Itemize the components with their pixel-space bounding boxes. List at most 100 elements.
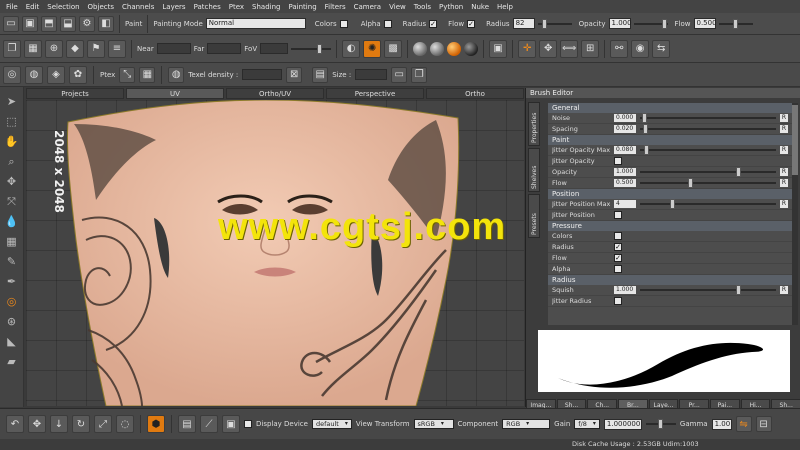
- scrollbar-thumb[interactable]: [792, 105, 798, 175]
- arrows-icon[interactable]: ⟺: [560, 39, 579, 58]
- texel-reset-icon[interactable]: ⊠: [286, 66, 303, 83]
- pivot-icon[interactable]: ✛: [518, 39, 537, 58]
- scale-icon[interactable]: ⤢: [94, 415, 112, 433]
- property-value-input[interactable]: 1.000: [614, 168, 636, 176]
- pin-icon[interactable]: ✒: [5, 275, 19, 289]
- save-icon[interactable]: ▣: [22, 15, 38, 32]
- tab-projects[interactable]: Projects: [26, 88, 124, 99]
- side-tab-presets[interactable]: Presets: [528, 194, 540, 238]
- move-tool-icon[interactable]: ⤧: [5, 195, 19, 209]
- menu-tools[interactable]: Tools: [410, 3, 435, 11]
- toggle-icon[interactable]: ⇆: [652, 39, 671, 58]
- radius-slider[interactable]: [537, 18, 572, 29]
- menu-patches[interactable]: Patches: [190, 3, 225, 11]
- slider-knob[interactable]: [670, 199, 675, 209]
- gain-fstop-select[interactable]: f/8: [574, 419, 600, 429]
- menu-objects[interactable]: Objects: [84, 3, 118, 11]
- reset-button[interactable]: R: [780, 125, 788, 133]
- menu-help[interactable]: Help: [493, 3, 517, 11]
- curve-icon[interactable]: ⟋: [200, 415, 218, 433]
- menu-channels[interactable]: Channels: [118, 3, 158, 11]
- radius-checkbox[interactable]: ✓: [429, 19, 438, 28]
- flat-shade-icon[interactable]: ◐: [342, 39, 361, 58]
- slider-knob[interactable]: [643, 124, 648, 134]
- size-apply-icon[interactable]: ▭: [391, 66, 408, 83]
- menu-view[interactable]: View: [385, 3, 410, 11]
- document-icon[interactable]: ▤: [178, 415, 196, 433]
- smear-icon[interactable]: ⊛: [5, 315, 19, 329]
- near-input[interactable]: [156, 43, 191, 54]
- palette-icon[interactable]: ✿: [69, 65, 87, 84]
- reset-button[interactable]: R: [780, 200, 788, 208]
- material-sphere-icon[interactable]: [413, 41, 428, 56]
- ptex-resize-icon[interactable]: ⤡: [119, 66, 136, 83]
- display-device-select[interactable]: default: [311, 419, 352, 429]
- dark-sphere-icon[interactable]: [464, 41, 479, 56]
- fov-input[interactable]: [260, 43, 289, 54]
- export-icon[interactable]: ⬓: [60, 15, 76, 32]
- menu-python[interactable]: Python: [435, 3, 467, 11]
- render-icon[interactable]: ◧: [98, 15, 114, 32]
- property-checkbox[interactable]: [614, 265, 622, 273]
- settings-icon[interactable]: ⚙: [79, 15, 95, 32]
- property-value-input[interactable]: 0.080: [614, 146, 636, 154]
- property-value-input[interactable]: 0.000: [614, 114, 636, 122]
- side-tab-properties[interactable]: Properties: [528, 102, 540, 146]
- transform-icon[interactable]: ✥: [5, 175, 19, 189]
- slider-knob[interactable]: [642, 113, 647, 123]
- fov-slider[interactable]: [291, 43, 332, 54]
- target-icon[interactable]: ⊕: [45, 39, 63, 58]
- property-value-input[interactable]: 0.020: [614, 125, 636, 133]
- image-icon[interactable]: ▦: [24, 39, 42, 58]
- lighting-icon[interactable]: ✺: [363, 39, 382, 58]
- reset-button[interactable]: R: [780, 179, 788, 187]
- stamp-icon[interactable]: ▰: [5, 355, 19, 369]
- property-slider[interactable]: [640, 167, 776, 177]
- rotate-icon[interactable]: ↻: [72, 415, 90, 433]
- property-checkbox[interactable]: [614, 232, 622, 240]
- undo-icon[interactable]: ↶: [6, 415, 24, 433]
- globe-icon[interactable]: ◍: [168, 66, 185, 83]
- eye-icon[interactable]: ◎: [3, 65, 21, 84]
- slider-knob[interactable]: [736, 285, 741, 295]
- texel-density-input[interactable]: [242, 69, 283, 80]
- tab-ortho-uv[interactable]: Ortho/UV: [226, 88, 324, 99]
- section-header[interactable]: Radius: [548, 275, 792, 285]
- cube-icon[interactable]: ◆: [66, 39, 84, 58]
- move-gizmo-icon[interactable]: ✥: [28, 415, 46, 433]
- grid-icon[interactable]: ⊞: [581, 39, 600, 58]
- reset-button[interactable]: R: [780, 114, 788, 122]
- uv-viewport[interactable]: 2048 x 2048: [26, 100, 524, 406]
- layers-icon[interactable]: ≡: [108, 39, 126, 58]
- view-transform-select[interactable]: sRGB: [413, 419, 454, 429]
- import-icon[interactable]: ⬒: [41, 15, 57, 32]
- colors-checkbox[interactable]: [339, 19, 348, 28]
- ptex-grid-icon[interactable]: ▦: [139, 66, 156, 83]
- property-slider[interactable]: [640, 285, 776, 295]
- flow-checkbox[interactable]: ✓: [467, 19, 476, 28]
- section-header[interactable]: General: [548, 103, 792, 113]
- move-icon[interactable]: ✥: [539, 39, 558, 58]
- property-checkbox[interactable]: [614, 211, 622, 219]
- reset-button[interactable]: R: [780, 168, 788, 176]
- flow-slider[interactable]: [718, 18, 753, 29]
- slider-knob[interactable]: [688, 178, 693, 188]
- slider-knob[interactable]: [661, 18, 667, 29]
- property-slider[interactable]: [640, 178, 776, 188]
- side-tab-shelves[interactable]: Shelves: [528, 148, 540, 192]
- tab-perspective[interactable]: Perspective: [326, 88, 424, 99]
- property-checkbox[interactable]: ✓: [614, 243, 622, 251]
- object-icon[interactable]: ❐: [3, 39, 21, 58]
- component-select[interactable]: RGB: [502, 419, 551, 429]
- section-header[interactable]: Pressure: [548, 221, 792, 231]
- select-arrow-icon[interactable]: ➤: [5, 95, 19, 109]
- far-input[interactable]: [207, 43, 242, 54]
- tab-ortho[interactable]: Ortho: [426, 88, 524, 99]
- paint-through-icon[interactable]: ◎: [5, 295, 19, 309]
- marquee-icon[interactable]: ⬚: [5, 115, 19, 129]
- menu-filters[interactable]: Filters: [321, 3, 350, 11]
- eye-settings-icon[interactable]: ◍: [25, 65, 43, 84]
- property-checkbox[interactable]: [614, 297, 622, 305]
- menu-edit[interactable]: Edit: [22, 3, 44, 11]
- hand-icon[interactable]: ✋: [5, 135, 19, 149]
